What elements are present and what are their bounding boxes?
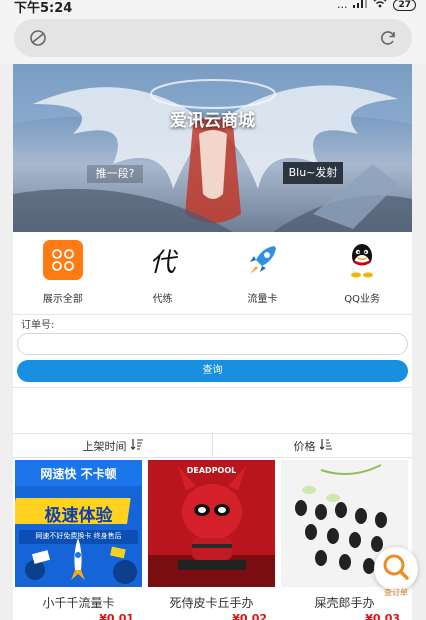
order-lookup-label: 查订单 bbox=[384, 588, 408, 597]
nav-label: 展示全部 bbox=[42, 294, 83, 305]
product-image-subtext: 网速不好免费换卡 终身售后 bbox=[35, 532, 122, 540]
sort-asc-icon bbox=[319, 438, 332, 453]
sort-desc-icon bbox=[130, 438, 143, 453]
banner-illustration bbox=[13, 64, 412, 232]
banner-title: 爱讯云商城 bbox=[170, 111, 255, 131]
product-price: ¥0.03 bbox=[365, 612, 400, 620]
banner-carousel[interactable]: 爱讯云商城 推一段? Blu~发射 bbox=[13, 64, 412, 232]
product-price: ¥0.01 bbox=[99, 612, 134, 620]
order-number-label: 订单号: bbox=[21, 320, 55, 331]
signal-icon bbox=[353, 0, 368, 11]
sort-by-price-label: 价格 bbox=[293, 439, 316, 453]
divider bbox=[13, 314, 412, 315]
sort-by-time[interactable]: 上架时间 bbox=[13, 434, 212, 457]
signal-dots: ... bbox=[336, 0, 348, 11]
refresh-icon[interactable] bbox=[378, 28, 398, 48]
query-button[interactable]: 查询 bbox=[17, 360, 408, 382]
site-info-icon[interactable] bbox=[28, 28, 48, 48]
product-name: 死侍皮卡丘手办 bbox=[169, 596, 254, 610]
nav-label: QQ业务 bbox=[344, 294, 380, 305]
category-nav: 展示全部 代 代练 流量卡 QQ业务 bbox=[13, 240, 412, 310]
sort-bar: 上架时间 价格 bbox=[13, 433, 412, 458]
banner-tag-left: 推一段? bbox=[87, 165, 143, 183]
status-icons: ... 27 bbox=[337, 0, 416, 11]
sort-by-price[interactable]: 价格 bbox=[212, 434, 412, 457]
grid-icon bbox=[42, 240, 83, 280]
nav-item-show-all[interactable]: 展示全部 bbox=[13, 240, 113, 310]
product-image-data-card: 网速快 不卡顿 极速体验 网速不好免费换卡 终身售后 bbox=[15, 460, 142, 587]
rocket-icon bbox=[242, 240, 282, 280]
product-image-headline: 网速快 不卡顿 bbox=[40, 467, 117, 481]
product-name: 小千千流量卡 bbox=[42, 596, 115, 610]
nav-item-dailian[interactable]: 代 代练 bbox=[113, 240, 213, 310]
order-lookup-float-button[interactable]: 查订单 bbox=[374, 547, 418, 597]
divider bbox=[13, 387, 412, 388]
battery-indicator: 27 bbox=[393, 0, 416, 11]
product-price: ¥0.02 bbox=[232, 612, 267, 620]
address-bar[interactable] bbox=[14, 19, 412, 57]
product-image-big-text: 极速体验 bbox=[44, 506, 113, 526]
product-grid: 网速快 不卡顿 极速体验 网速不好免费换卡 终身售后 小千千流量卡 ¥0.01 bbox=[13, 460, 412, 620]
dai-glyph-icon: 代 bbox=[143, 240, 183, 280]
status-bar: 下午5:24 ... 27 bbox=[0, 0, 426, 16]
nav-item-qq[interactable]: QQ业务 bbox=[312, 240, 412, 310]
magnifier-icon bbox=[382, 553, 410, 585]
dai-glyph: 代 bbox=[149, 247, 176, 278]
nav-label: 代练 bbox=[152, 294, 173, 305]
product-image-logo: DEADPOOL bbox=[186, 466, 237, 475]
nav-item-data-card[interactable]: 流量卡 bbox=[213, 240, 313, 310]
banner-tag-right: Blu~发射 bbox=[283, 162, 343, 184]
wifi-icon bbox=[373, 0, 387, 11]
page-content: 爱讯云商城 推一段? Blu~发射 展示全部 代 代练 流量卡 QQ业务 订单号… bbox=[13, 64, 412, 620]
product-card[interactable]: DEADPOOL 死侍皮卡丘手办 ¥0.02 bbox=[146, 460, 275, 620]
sort-by-time-label: 上架时间 bbox=[82, 439, 127, 453]
product-image-figure: DEADPOOL bbox=[148, 460, 275, 587]
browser-bar bbox=[0, 14, 426, 64]
qq-penguin-icon bbox=[342, 240, 382, 280]
nav-label: 流量卡 bbox=[247, 294, 278, 305]
order-number-input[interactable] bbox=[17, 333, 408, 355]
product-card[interactable]: 网速快 不卡顿 极速体验 网速不好免费换卡 终身售后 小千千流量卡 ¥0.01 bbox=[13, 460, 142, 620]
